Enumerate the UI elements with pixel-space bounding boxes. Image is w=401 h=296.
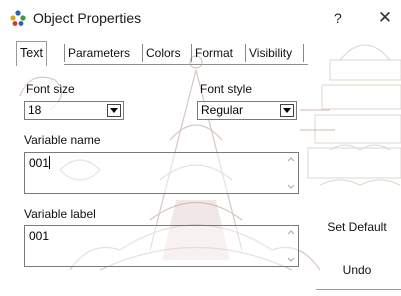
app-icon xyxy=(10,10,26,26)
help-button[interactable]: ? xyxy=(334,10,342,26)
close-button[interactable]: ✕ xyxy=(370,5,400,31)
variable-label-value: 001 xyxy=(29,229,50,243)
close-icon[interactable]: ✕ xyxy=(378,8,392,28)
tab-format[interactable]: Format xyxy=(195,43,233,64)
tab-text[interactable]: Text xyxy=(16,41,47,66)
variable-label-field[interactable]: 001 xyxy=(24,225,299,267)
window-title: Object Properties xyxy=(33,10,142,26)
variable-name-label: Variable name xyxy=(24,133,101,147)
variable-name-field[interactable]: 001 xyxy=(24,152,299,194)
variable-name-value: 001 xyxy=(29,156,50,170)
scrollbar[interactable] xyxy=(284,153,298,193)
font-size-label: Font size xyxy=(26,82,75,96)
set-default-button[interactable]: Set Default xyxy=(313,220,401,234)
title-bar: Object Properties ? ✕ xyxy=(0,0,401,36)
font-size-select[interactable]: 18 xyxy=(24,101,124,120)
tab-visibility[interactable]: Visibility xyxy=(249,43,292,64)
font-style-label: Font style xyxy=(200,82,253,96)
scrollbar[interactable] xyxy=(284,226,298,266)
variable-label-label: Variable label xyxy=(24,207,96,221)
chevron-down-icon[interactable] xyxy=(280,104,294,117)
font-style-value: Regular xyxy=(201,103,244,117)
font-size-value: 18 xyxy=(28,103,42,117)
tab-colors[interactable]: Colors xyxy=(146,43,181,64)
chevron-down-icon[interactable] xyxy=(107,104,121,117)
undo-button[interactable]: Undo xyxy=(313,263,401,277)
font-style-select[interactable]: Regular xyxy=(197,101,297,120)
tab-bar: Text Parameters Colors Format Visibility xyxy=(0,41,310,66)
tab-parameters[interactable]: Parameters xyxy=(68,43,130,64)
